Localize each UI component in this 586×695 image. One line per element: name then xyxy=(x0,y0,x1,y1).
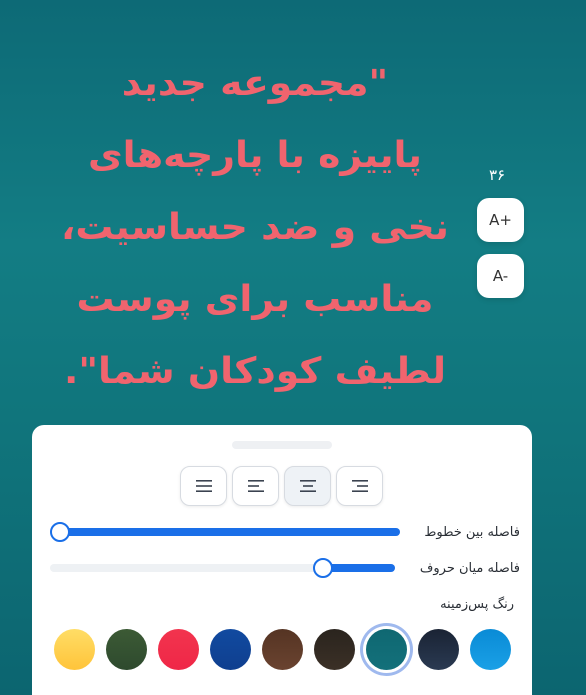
line-spacing-row: فاصله بین خطوط xyxy=(50,520,520,544)
background-color-label: رنگ پس‌زمینه xyxy=(440,597,514,612)
align-justify-button[interactable] xyxy=(180,466,227,506)
letter-spacing-thumb[interactable] xyxy=(313,558,334,578)
color-swatch-yellow[interactable] xyxy=(54,629,95,670)
align-right-icon xyxy=(351,480,368,492)
color-swatch-red[interactable] xyxy=(158,629,199,670)
decrease-font-button[interactable]: A- xyxy=(477,254,524,298)
quote-text: "مجموعه جدید پاییزه با پارچه‌های نخی و ض… xyxy=(29,48,481,408)
alignment-group xyxy=(180,466,383,506)
line-spacing-thumb[interactable] xyxy=(50,522,70,542)
letter-spacing-fill xyxy=(323,564,395,572)
color-swatch-dark-brown[interactable] xyxy=(314,629,355,670)
letter-spacing-row: فاصله میان حروف xyxy=(50,556,520,580)
drag-handle[interactable] xyxy=(232,441,332,449)
settings-panel: فاصله بین خطوط فاصله میان حروف رنگ پس‌زم… xyxy=(32,425,532,695)
color-swatch-navy[interactable] xyxy=(210,629,251,670)
quote-line: مناسب برای پوست xyxy=(76,279,434,320)
color-swatch-dark-navy[interactable] xyxy=(418,629,459,670)
align-left-button[interactable] xyxy=(232,466,279,506)
line-spacing-label: فاصله بین خطوط xyxy=(424,524,520,540)
increase-font-button[interactable]: A+ xyxy=(477,198,524,242)
quote-line: "مجموعه جدید xyxy=(121,63,389,104)
color-swatch-dark-green[interactable] xyxy=(106,629,147,670)
letter-spacing-slider[interactable] xyxy=(50,558,395,578)
align-center-button[interactable] xyxy=(284,466,331,506)
quote-line: لطیف کودکان شما". xyxy=(63,351,447,392)
quote-line: پاییزه با پارچه‌های xyxy=(88,135,422,176)
color-swatch-sky-blue[interactable] xyxy=(470,629,511,670)
align-justify-icon xyxy=(195,480,212,492)
line-spacing-slider[interactable] xyxy=(50,522,400,542)
align-center-icon xyxy=(299,480,316,492)
color-swatch-teal[interactable] xyxy=(366,629,407,670)
line-spacing-fill xyxy=(60,528,400,536)
align-right-button[interactable] xyxy=(336,466,383,506)
color-swatch-brown[interactable] xyxy=(262,629,303,670)
quote-line: نخی و ضد حساسیت، xyxy=(61,207,449,248)
font-size-value: ۳۶ xyxy=(489,166,506,184)
align-left-icon xyxy=(247,480,264,492)
background-color-swatches xyxy=(54,629,514,671)
letter-spacing-label: فاصله میان حروف xyxy=(419,560,520,576)
